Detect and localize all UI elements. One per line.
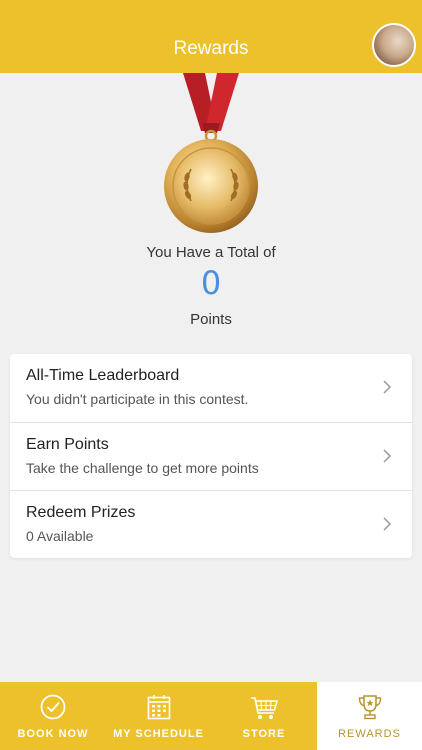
row-title: Redeem Prizes (26, 504, 136, 521)
tab-my-schedule[interactable]: MY SCHEDULE (106, 682, 211, 750)
tab-book-now[interactable]: BOOK NOW (0, 682, 106, 750)
tab-rewards[interactable]: REWARDS (317, 682, 422, 750)
row-subtitle: 0 Available (26, 528, 94, 544)
medal-icon (164, 73, 258, 233)
tab-label: REWARDS (338, 728, 401, 740)
tab-label: BOOK NOW (17, 728, 89, 740)
row-subtitle: Take the challenge to get more points (26, 460, 259, 476)
avatar[interactable] (372, 23, 416, 67)
chevron-right-icon (383, 517, 392, 531)
tab-store[interactable]: STORE (211, 682, 317, 750)
header-bar: Rewards (0, 0, 422, 73)
row-title: Earn Points (26, 436, 109, 453)
total-label: You Have a Total of (146, 244, 276, 261)
row-subtitle: You didn't participate in this contest. (26, 391, 249, 407)
redeem-prizes-row[interactable]: Redeem Prizes 0 Available (10, 490, 412, 559)
cart-icon (251, 697, 278, 719)
points-label: Points (190, 311, 232, 328)
tab-label: STORE (242, 728, 286, 740)
points-value: 0 (200, 264, 222, 302)
tab-label: MY SCHEDULE (113, 728, 204, 740)
rewards-menu-card: All-Time Leaderboard You didn't particip… (10, 354, 412, 558)
chevron-right-icon (383, 380, 392, 394)
page-title: Rewards (173, 38, 249, 59)
check-circle-icon (40, 694, 66, 720)
chevron-right-icon (383, 449, 392, 463)
leaderboard-row[interactable]: All-Time Leaderboard You didn't particip… (10, 354, 412, 422)
trophy-icon (358, 695, 381, 720)
calendar-icon (147, 695, 170, 720)
bottom-tab-bar: BOOK NOW MY SCHEDULE STORE REWARDS (0, 682, 422, 750)
row-title: All-Time Leaderboard (26, 367, 180, 384)
earn-points-row[interactable]: Earn Points Take the challenge to get mo… (10, 422, 412, 491)
